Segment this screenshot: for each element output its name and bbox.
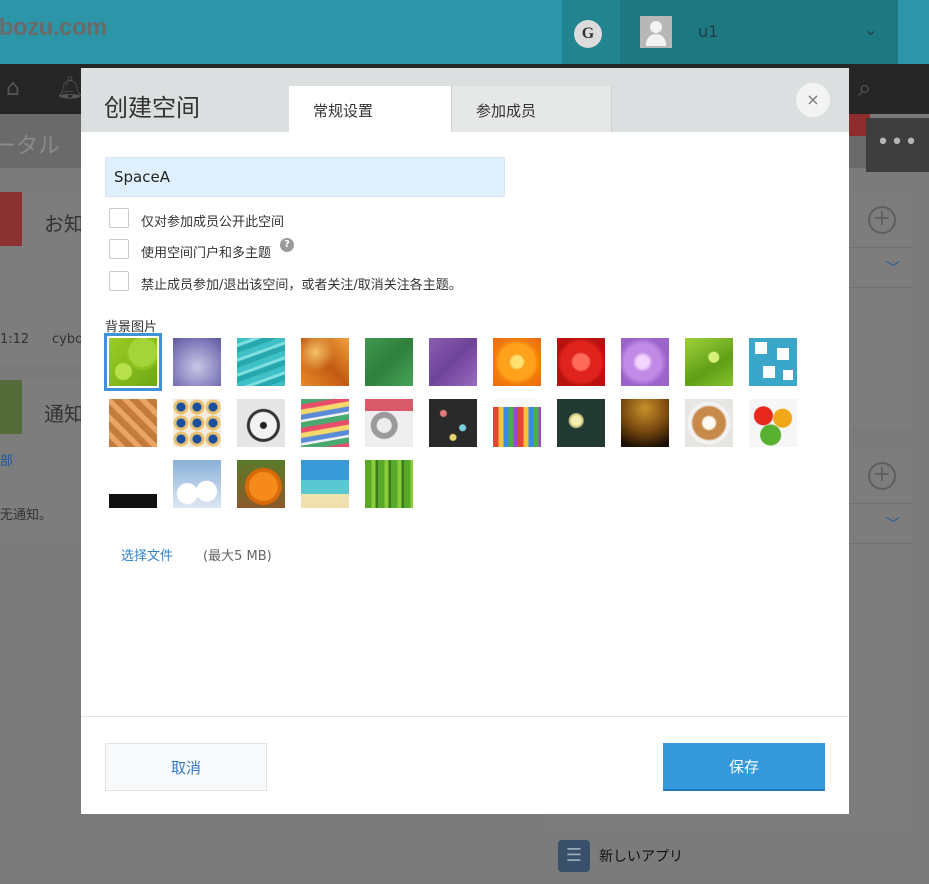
max-file-size-text: (最大5 MB) [203, 549, 272, 564]
create-space-dialog: 创建空间 常规设置 参加成员 × 仅对参加成员公开此空间 使用空间门户和多主题 … [81, 68, 849, 814]
bell-card-icon [0, 380, 22, 434]
background-image-label: 背景图片 [105, 320, 158, 335]
background-orange-flower[interactable] [493, 338, 541, 386]
background-compass[interactable] [237, 399, 285, 447]
megaphone-icon [0, 192, 22, 246]
background-orange-texture[interactable] [301, 338, 349, 386]
user-avatar-icon[interactable] [640, 16, 672, 48]
cancel-button[interactable]: 取消 [105, 743, 267, 791]
checkbox[interactable] [109, 239, 129, 259]
background-wood-weave[interactable] [109, 399, 157, 447]
portal-title: ータル [0, 134, 61, 159]
background-cat-peeking[interactable] [109, 460, 157, 508]
add-icon[interactable]: + [868, 206, 896, 234]
background-green-leaf[interactable] [685, 338, 733, 386]
chevron-down-icon[interactable]: ﹀ [886, 514, 900, 534]
checkbox-label: 使用空间门户和多主题 [141, 246, 272, 261]
background-blue-blocks[interactable] [749, 338, 797, 386]
list-icon: ☰ [558, 840, 590, 872]
notice-source: cybo [52, 332, 84, 347]
dialog-title: 创建空间 [104, 94, 200, 122]
background-palm-beach[interactable] [301, 460, 349, 508]
help-icon[interactable]: ? [280, 238, 294, 252]
background-green-felt[interactable] [365, 338, 413, 386]
space-name-input[interactable] [105, 157, 505, 197]
background-lightbulb-chalk[interactable] [557, 399, 605, 447]
dialog-header: 创建空间 常规设置 参加成员 × [81, 68, 849, 132]
checkbox-label: 仅对参加成员公开此空间 [141, 215, 285, 230]
notice-title: お知 [44, 212, 84, 236]
search-icon[interactable]: ⌕ [858, 74, 871, 102]
bell-icon[interactable]: 🔔︎ [56, 76, 84, 101]
background-pumpkins[interactable] [237, 460, 285, 508]
background-teal-water[interactable] [237, 338, 285, 386]
user-name[interactable]: u1 [698, 22, 718, 41]
background-gears[interactable] [365, 399, 413, 447]
background-chalkboard-doodles[interactable] [429, 399, 477, 447]
background-red-flower[interactable] [557, 338, 605, 386]
tab-general-settings[interactable]: 常规设置 [289, 86, 451, 132]
choose-file-link[interactable]: 选择文件 [121, 545, 173, 564]
notice-time: 1:12 [0, 332, 30, 347]
checkbox[interactable] [109, 208, 129, 228]
tab-members[interactable]: 参加成员 [451, 86, 612, 132]
background-purple-flower[interactable] [621, 338, 669, 386]
chevron-down-icon[interactable]: ⌄ [864, 20, 877, 39]
background-stacked-books[interactable] [301, 399, 349, 447]
background-mosaic-tiles[interactable] [173, 399, 221, 447]
background-green-swirl[interactable] [104, 333, 162, 391]
save-button[interactable]: 保存 [663, 743, 825, 791]
notification-all-link[interactable]: 部 [0, 450, 13, 469]
footer-divider [81, 716, 849, 717]
logo: ybozu.com [0, 14, 107, 41]
add-icon[interactable]: + [868, 462, 896, 490]
chevron-down-icon[interactable]: ﹀ [886, 258, 900, 278]
checkbox-label: 禁止成员参加/退出该空间，或者关注/取消关注各主题。 [141, 278, 462, 293]
close-icon[interactable]: × [796, 83, 830, 117]
background-dark-gradient[interactable] [621, 399, 669, 447]
g-badge-icon[interactable]: G [574, 20, 602, 48]
notification-empty-text: 无通知。 [0, 508, 53, 523]
background-snowy-trees[interactable] [173, 460, 221, 508]
background-latte-art[interactable] [685, 399, 733, 447]
home-icon[interactable]: ⌂ [6, 76, 34, 104]
new-app-label[interactable]: 新しいアプリ [599, 846, 683, 866]
notification-title: 通知 [44, 402, 84, 426]
more-options-icon[interactable]: ••• [866, 118, 929, 172]
background-vegetables[interactable] [749, 399, 797, 447]
background-lavender-gradient[interactable] [173, 338, 221, 386]
background-colored-pencils[interactable] [493, 399, 541, 447]
background-bamboo[interactable] [365, 460, 413, 508]
background-purple-fabric[interactable] [429, 338, 477, 386]
checkbox[interactable] [109, 271, 129, 291]
